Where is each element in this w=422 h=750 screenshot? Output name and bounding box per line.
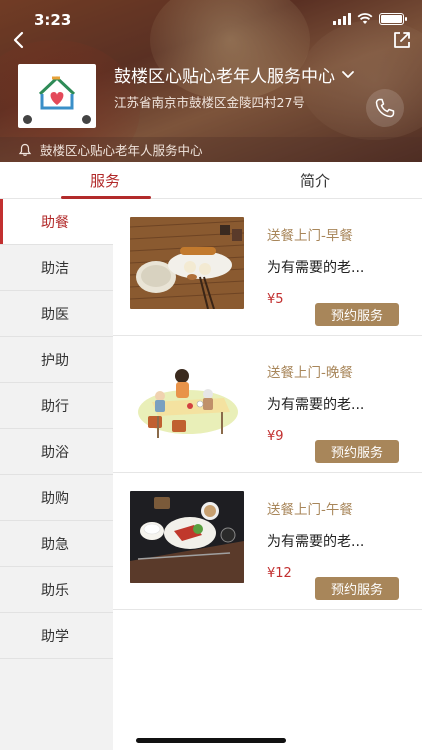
phone-icon bbox=[375, 98, 395, 118]
service-card[interactable]: 送餐上门-晚餐 为有需要的老... ¥9 预约服务 bbox=[113, 336, 422, 473]
org-logo bbox=[18, 64, 96, 128]
lunch-image bbox=[130, 491, 244, 583]
category-sidebar: 助餐 助洁 助医 护助 助行 助浴 助购 助急 助乐 助学 bbox=[0, 199, 113, 750]
wifi-icon bbox=[357, 13, 373, 24]
sidebar-item-cleaning[interactable]: 助洁 bbox=[0, 245, 113, 291]
bell-icon bbox=[18, 143, 32, 156]
book-service-button[interactable]: 预约服务 bbox=[315, 577, 399, 600]
service-desc: 为有需要的老... bbox=[267, 534, 365, 550]
dinner-image bbox=[130, 354, 244, 446]
signal-icon bbox=[333, 13, 351, 25]
book-service-button[interactable]: 预约服务 bbox=[315, 440, 399, 463]
status-icons bbox=[333, 13, 407, 25]
sidebar-item-learning[interactable]: 助学 bbox=[0, 613, 113, 659]
service-price: ¥9 bbox=[267, 429, 284, 444]
service-name: 送餐上门-午餐 bbox=[267, 502, 353, 518]
book-service-button[interactable]: 预约服务 bbox=[315, 303, 399, 326]
share-icon bbox=[394, 32, 410, 48]
service-price: ¥12 bbox=[267, 566, 292, 581]
badge-icon bbox=[23, 115, 32, 124]
notice-text: 鼓楼区心贴心老年人服务中心 bbox=[40, 143, 203, 158]
tab-service[interactable]: 服务 bbox=[60, 162, 150, 199]
notice-bar: 鼓楼区心贴心老年人服务中心 bbox=[0, 137, 422, 162]
service-card[interactable]: 送餐上门-午餐 为有需要的老... ¥12 预约服务 bbox=[113, 473, 422, 610]
service-name: 送餐上门-早餐 bbox=[267, 228, 353, 244]
sidebar-item-meal[interactable]: 助餐 bbox=[0, 199, 113, 245]
service-desc: 为有需要的老... bbox=[267, 397, 365, 413]
chevron-down-icon bbox=[342, 70, 354, 78]
sidebar-item-bathing[interactable]: 助浴 bbox=[0, 429, 113, 475]
status-time: 3:23 bbox=[34, 11, 72, 29]
chevron-left-icon bbox=[13, 31, 24, 49]
share-button[interactable] bbox=[390, 28, 414, 52]
badge-icon bbox=[82, 115, 91, 124]
service-list: 送餐上门-早餐 为有需要的老... ¥5 预约服务 送餐上门-晚餐 为有需要的老… bbox=[113, 199, 422, 750]
call-button[interactable] bbox=[366, 89, 404, 127]
service-name: 送餐上门-晚餐 bbox=[267, 365, 353, 381]
org-address: 江苏省南京市鼓楼区金陵四村27号 bbox=[114, 95, 305, 110]
org-title-row[interactable]: 鼓楼区心贴心老年人服务中心 bbox=[114, 62, 355, 87]
org-name: 鼓楼区心贴心老年人服务中心 bbox=[114, 67, 335, 87]
back-button[interactable] bbox=[6, 28, 30, 52]
sidebar-item-shopping[interactable]: 助购 bbox=[0, 475, 113, 521]
tab-intro[interactable]: 简介 bbox=[270, 162, 360, 199]
tab-bar: 服务 简介 bbox=[0, 162, 422, 199]
battery-icon bbox=[379, 13, 407, 25]
sidebar-item-medical[interactable]: 助医 bbox=[0, 291, 113, 337]
sidebar-item-emergency[interactable]: 助急 bbox=[0, 521, 113, 567]
home-indicator[interactable] bbox=[136, 738, 286, 743]
sidebar-item-mobility[interactable]: 助行 bbox=[0, 383, 113, 429]
sidebar-item-care[interactable]: 护助 bbox=[0, 337, 113, 383]
sidebar-item-leisure[interactable]: 助乐 bbox=[0, 567, 113, 613]
service-card[interactable]: 送餐上门-早餐 为有需要的老... ¥5 预约服务 bbox=[113, 199, 422, 336]
header-banner: 3:23 鼓楼区心贴心老年人服务中心 江苏省南京市鼓楼区金陵四村27号 鼓楼区心… bbox=[0, 0, 422, 162]
breakfast-image bbox=[130, 217, 244, 309]
service-price: ¥5 bbox=[267, 292, 284, 307]
service-desc: 为有需要的老... bbox=[267, 260, 365, 276]
